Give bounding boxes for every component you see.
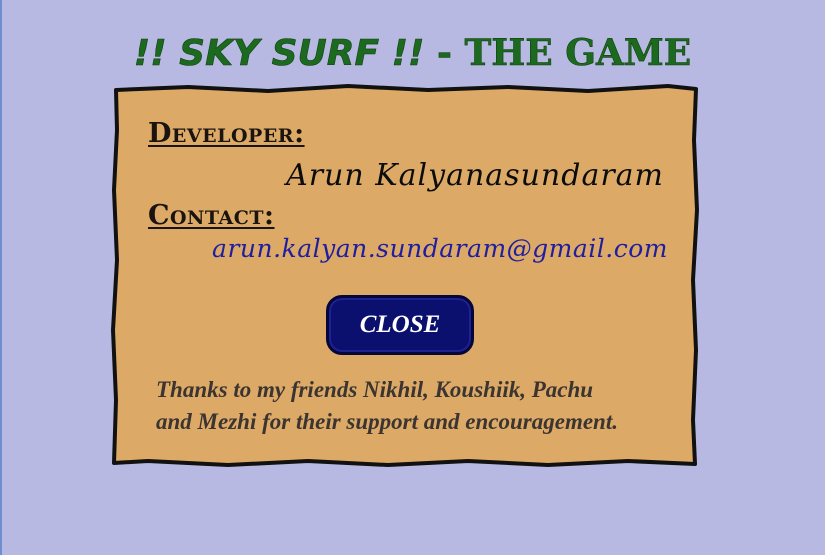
credits-panel: Developer: Arun Kalyanasundaram Contact:…	[108, 80, 702, 472]
thanks-text: Thanks to my friends Nikhil, Koushiik, P…	[156, 374, 676, 438]
thanks-line-2: and Mezhi for their support and encourag…	[156, 409, 618, 434]
game-title: !! SKY SURF !! - THE GAME	[0, 30, 825, 77]
thanks-line-1: Thanks to my friends Nikhil, Koushiik, P…	[156, 377, 594, 402]
contact-email[interactable]: arun.kalyan.sundaram@gmail.com	[212, 234, 668, 263]
contact-label: Contact:	[148, 200, 275, 231]
close-button[interactable]: CLOSE	[326, 295, 474, 355]
developer-name: Arun Kalyanasundaram	[286, 158, 664, 193]
developer-label: Developer:	[148, 118, 305, 149]
game-title-name: !! SKY SURF !!	[133, 33, 425, 75]
game-title-suffix: - THE GAME	[424, 32, 692, 75]
window-left-edge	[0, 0, 2, 555]
